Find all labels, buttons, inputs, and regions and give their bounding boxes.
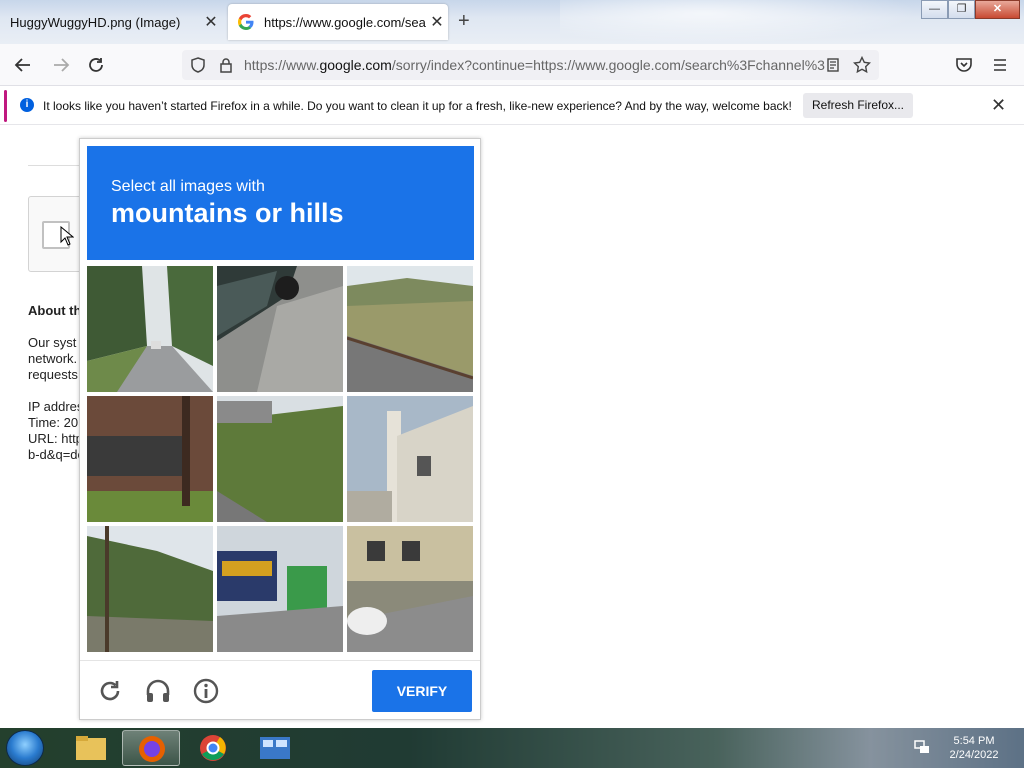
about-heading: About th <box>28 303 82 318</box>
reload-icon[interactable] <box>87 56 105 74</box>
minimize-button[interactable]: — <box>921 0 948 19</box>
clock-date: 2/24/2022 <box>949 749 999 761</box>
window-controls: — ❐ ✕ <box>921 0 1020 19</box>
url-rest: /sorry/index?continue=https://www.google… <box>391 57 825 73</box>
taskbar-firefox[interactable] <box>122 730 180 766</box>
menu-icon[interactable] <box>991 56 1009 74</box>
close-window-button[interactable]: ✕ <box>975 0 1020 19</box>
tile-building-with-car[interactable] <box>347 526 473 652</box>
page-body: Our syst network. requests IP addres Tim… <box>28 335 85 463</box>
challenge-header: Select all images with mountains or hill… <box>87 146 474 260</box>
taskbar: 5:54 PM 2/24/2022 <box>0 728 1024 768</box>
url-text[interactable]: https://www.google.com/sorry/index?conti… <box>244 57 825 73</box>
taskbar-chrome[interactable] <box>184 730 242 766</box>
chrome-icon <box>200 735 226 761</box>
info-help-icon[interactable] <box>192 677 220 705</box>
system-clock[interactable]: 5:54 PM 2/24/2022 <box>935 734 1013 762</box>
body-line: b-d&q=de <box>28 447 85 462</box>
body-line: Our syst <box>28 335 77 350</box>
tab-title: https://www.google.com/search <box>264 14 426 30</box>
body-line: requests <box>28 367 78 382</box>
body-line: URL: http <box>28 431 83 446</box>
firefox-icon <box>139 736 165 762</box>
image-grid <box>87 266 474 653</box>
tab-image[interactable]: HuggyWuggyHD.png (Image) ✕ <box>0 4 222 40</box>
refresh-firefox-button[interactable]: Refresh Firefox... <box>803 93 913 118</box>
body-line: Time: 20 <box>28 415 79 430</box>
start-button[interactable] <box>6 730 44 766</box>
info-icon: i <box>20 98 34 112</box>
reader-view-icon[interactable] <box>825 57 841 73</box>
url-prefix: https://www. <box>244 57 320 73</box>
new-tab-button[interactable]: + <box>458 10 470 33</box>
clock-time: 5:54 PM <box>953 735 995 747</box>
restore-button[interactable]: ❐ <box>948 0 975 19</box>
recaptcha-challenge: Select all images with mountains or hill… <box>79 138 481 720</box>
close-notification-icon[interactable]: ✕ <box>991 95 1006 116</box>
tile-grassy-hill-overpass[interactable] <box>217 396 343 522</box>
folder-icon <box>76 736 106 760</box>
network-icon[interactable] <box>913 738 931 756</box>
taskbar-explorer[interactable] <box>62 730 120 766</box>
tab-bar: HuggyWuggyHD.png (Image) ✕ https://www.g… <box>0 0 1024 44</box>
tab-title: HuggyWuggyHD.png (Image) <box>10 14 181 30</box>
url-bar[interactable]: https://www.google.com/sorry/index?conti… <box>182 50 879 80</box>
tile-road-with-trees[interactable] <box>87 266 213 392</box>
tab-google[interactable]: https://www.google.com/search ✕ <box>228 4 448 40</box>
challenge-instruction: Select all images with <box>111 178 265 195</box>
bookmark-star-icon[interactable] <box>853 56 871 74</box>
tile-bus-and-kiosk[interactable] <box>217 526 343 652</box>
pocket-icon[interactable] <box>955 56 973 74</box>
forward-arrow-icon[interactable] <box>52 56 70 74</box>
nav-bar: https://www.google.com/sorry/index?conti… <box>0 44 1024 86</box>
tile-car-on-pavement[interactable] <box>217 266 343 392</box>
tile-hills-with-pole[interactable] <box>87 526 213 652</box>
control-panel-icon <box>260 737 290 759</box>
verify-button[interactable]: VERIFY <box>372 670 472 712</box>
mouse-cursor-icon <box>60 226 74 246</box>
tab-close-icon[interactable]: ✕ <box>426 12 448 32</box>
taskbar-control-panel[interactable] <box>246 730 304 766</box>
reload-challenge-icon[interactable] <box>96 677 124 705</box>
url-domain: google.com <box>319 57 392 73</box>
notification-text: It looks like you haven’t started Firefo… <box>43 99 792 113</box>
tab-close-icon[interactable]: ✕ <box>200 12 222 32</box>
refresh-notification: i It looks like you haven’t started Fire… <box>0 87 1024 125</box>
google-favicon-icon <box>238 14 254 30</box>
body-line: IP addres <box>28 399 84 414</box>
back-arrow-icon[interactable] <box>14 56 32 74</box>
body-line <box>28 383 85 399</box>
tile-brick-building[interactable] <box>87 396 213 522</box>
challenge-footer: VERIFY <box>80 660 480 720</box>
shield-icon[interactable] <box>190 57 206 73</box>
challenge-target: mountains or hills <box>111 198 344 228</box>
body-line: network. <box>28 351 78 366</box>
tile-white-building[interactable] <box>347 396 473 522</box>
lock-icon[interactable] <box>218 57 234 73</box>
tile-hillside-vineyard[interactable] <box>347 266 473 392</box>
audio-challenge-icon[interactable] <box>144 677 172 705</box>
